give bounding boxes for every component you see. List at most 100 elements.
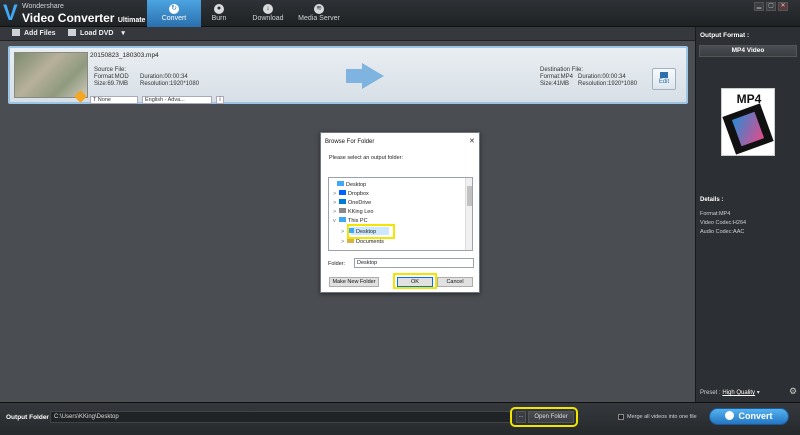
source-resolution: Resolution:1920*1080 <box>140 81 200 87</box>
load-dvd-dropdown-icon[interactable]: ▾ <box>121 30 125 37</box>
ok-highlight <box>393 273 437 289</box>
tree-item-label: KKing Leo <box>348 209 374 215</box>
convert-label: Convert <box>738 411 773 421</box>
user-folder-icon <box>339 208 346 213</box>
tab-convert-label: Convert <box>161 15 187 22</box>
mp4-format-icon[interactable]: MP4 <box>721 88 775 156</box>
output-format-label: Output Format : <box>700 32 750 39</box>
convert-arrow-head-icon <box>362 63 384 89</box>
computer-icon <box>339 217 346 222</box>
edit-icon <box>660 72 668 78</box>
film-icon <box>722 103 774 155</box>
tree-item-label: Dropbox <box>348 191 369 197</box>
dropbox-icon <box>339 190 346 195</box>
folder-field-label: Folder: <box>328 261 346 267</box>
dialog-prompt: Please select an output folder: <box>329 155 403 161</box>
file-item[interactable]: 20150823_180303.mp4 Source File: Format:… <box>8 46 688 104</box>
title-bar: V Wondershare Video Converter Ultimate ↻… <box>0 0 800 27</box>
download-icon: ↓ <box>263 4 273 14</box>
tree-item-label: Documents <box>356 239 384 245</box>
minimize-button[interactable]: ▁ <box>754 2 764 11</box>
logo-icon: V <box>3 0 18 25</box>
tree-scrollbar[interactable] <box>465 178 472 250</box>
tab-download-label: Download <box>252 15 284 22</box>
tree-item-dropbox[interactable]: > Dropbox <box>333 190 369 197</box>
convert-arrow-icon <box>346 69 362 83</box>
open-folder-highlight <box>510 407 578 427</box>
destination-heading: Destination File: <box>540 67 584 73</box>
tab-burn[interactable]: ● Burn <box>192 0 246 27</box>
tab-media-server-label: Media Server <box>298 15 340 22</box>
dialog-title: Browse For Folder <box>325 139 375 145</box>
preset: Preset : High Quality ▾ <box>700 389 760 396</box>
convert-button[interactable]: Convert <box>709 408 789 425</box>
tree-item-onedrive[interactable]: > OneDrive <box>333 199 371 206</box>
subtitle-select[interactable]: T None <box>90 96 138 104</box>
desktop-folder-icon <box>337 181 344 186</box>
tree-item-this-pc[interactable]: v This PC <box>333 217 368 224</box>
edit-label: Edit <box>658 79 670 85</box>
details-label: Details : <box>700 197 724 203</box>
folder-tree[interactable]: Desktop > Dropbox > OneDrive > KKing Leo vT… <box>328 177 473 251</box>
tree-item-desktop-root[interactable]: Desktop <box>331 181 366 188</box>
destination-resolution: Resolution:1920*1080 <box>578 81 638 87</box>
merge-label: Merge all videos into one file <box>627 414 697 420</box>
detail-video-codec: Video Codec:H264 <box>700 220 747 226</box>
destination-duration: Duration:00:00:34 <box>578 74 626 80</box>
close-button[interactable]: ✕ <box>778 2 788 11</box>
preset-label: Preset : <box>700 390 721 396</box>
output-format-panel: Output Format : MP4 Video MP4 Details : … <box>695 27 800 402</box>
disc-icon: ● <box>214 4 224 14</box>
source-duration: Duration:00:00:34 <box>140 74 188 80</box>
toolbar: Add Files Load DVD ▾ <box>0 27 695 41</box>
tab-download[interactable]: ↓ Download <box>241 0 295 27</box>
mp4-icon-text: MP4 <box>736 92 762 106</box>
video-thumbnail[interactable] <box>14 52 88 98</box>
tree-item-documents[interactable]: > Documents <box>341 238 384 245</box>
preset-dropdown-icon[interactable]: ▾ <box>755 390 760 396</box>
audio-track-select[interactable]: English - Adva... <box>142 96 212 104</box>
output-folder-path[interactable]: C:\Users\KKing\Desktop <box>50 411 512 423</box>
merge-checkbox[interactable] <box>618 414 624 420</box>
destination-size: Size:41MB <box>540 81 570 87</box>
add-files-button[interactable]: Add Files <box>12 29 56 39</box>
convert-tab-icon: ↻ <box>169 4 179 14</box>
info-button[interactable]: i <box>216 96 224 104</box>
onedrive-icon <box>339 199 346 204</box>
tree-item-label: OneDrive <box>348 200 372 206</box>
preset-select[interactable]: High Quality <box>722 390 755 396</box>
dialog-close-icon[interactable]: ✕ <box>469 137 475 145</box>
tab-burn-label: Burn <box>211 15 227 22</box>
cancel-button[interactable]: Cancel <box>437 277 473 287</box>
tree-item-label: Desktop <box>346 182 367 188</box>
load-dvd-button[interactable]: Load DVD ▾ <box>68 29 125 39</box>
brand-name: Video Converter Ultimate <box>22 11 145 25</box>
make-new-folder-button[interactable]: Make New Folder <box>329 277 379 287</box>
add-files-label: Add Files <box>24 30 56 37</box>
edit-button[interactable]: Edit <box>652 68 676 90</box>
detail-audio-codec: Audio Codec:AAC <box>700 229 745 235</box>
load-dvd-label: Load DVD <box>80 30 114 37</box>
scrollbar-thumb[interactable] <box>467 186 472 206</box>
output-format-select[interactable]: MP4 Video <box>699 45 797 57</box>
browse-for-folder-dialog: Browse For Folder ✕ Please select an out… <box>320 132 480 293</box>
tab-media-server[interactable]: ≋ Media Server <box>292 0 346 27</box>
source-size: Size:69.7MB <box>94 81 129 87</box>
file-name: 20150823_180303.mp4 <box>90 52 159 59</box>
source-format: Format:MOD <box>94 74 129 80</box>
source-heading: Source File: <box>94 67 127 73</box>
tree-item-user[interactable]: > KKing Leo <box>333 208 373 215</box>
destination-format: Format:MP4 <box>540 74 574 80</box>
desktop-highlight <box>347 224 395 239</box>
brand-product: Video Converter <box>22 11 115 25</box>
convert-icon <box>725 411 735 420</box>
add-files-icon <box>12 29 20 36</box>
maximize-button[interactable]: ▢ <box>766 2 776 11</box>
dvd-icon <box>68 29 76 36</box>
wifi-icon: ≋ <box>314 4 324 14</box>
gear-icon[interactable]: ⚙ <box>789 387 797 396</box>
folder-field[interactable]: Desktop <box>354 258 474 268</box>
brand-edition: Ultimate <box>117 17 146 24</box>
output-folder-label: Output Folder : <box>6 414 53 421</box>
bottom-bar: Output Folder : C:\Users\KKing\Desktop .… <box>0 402 800 435</box>
